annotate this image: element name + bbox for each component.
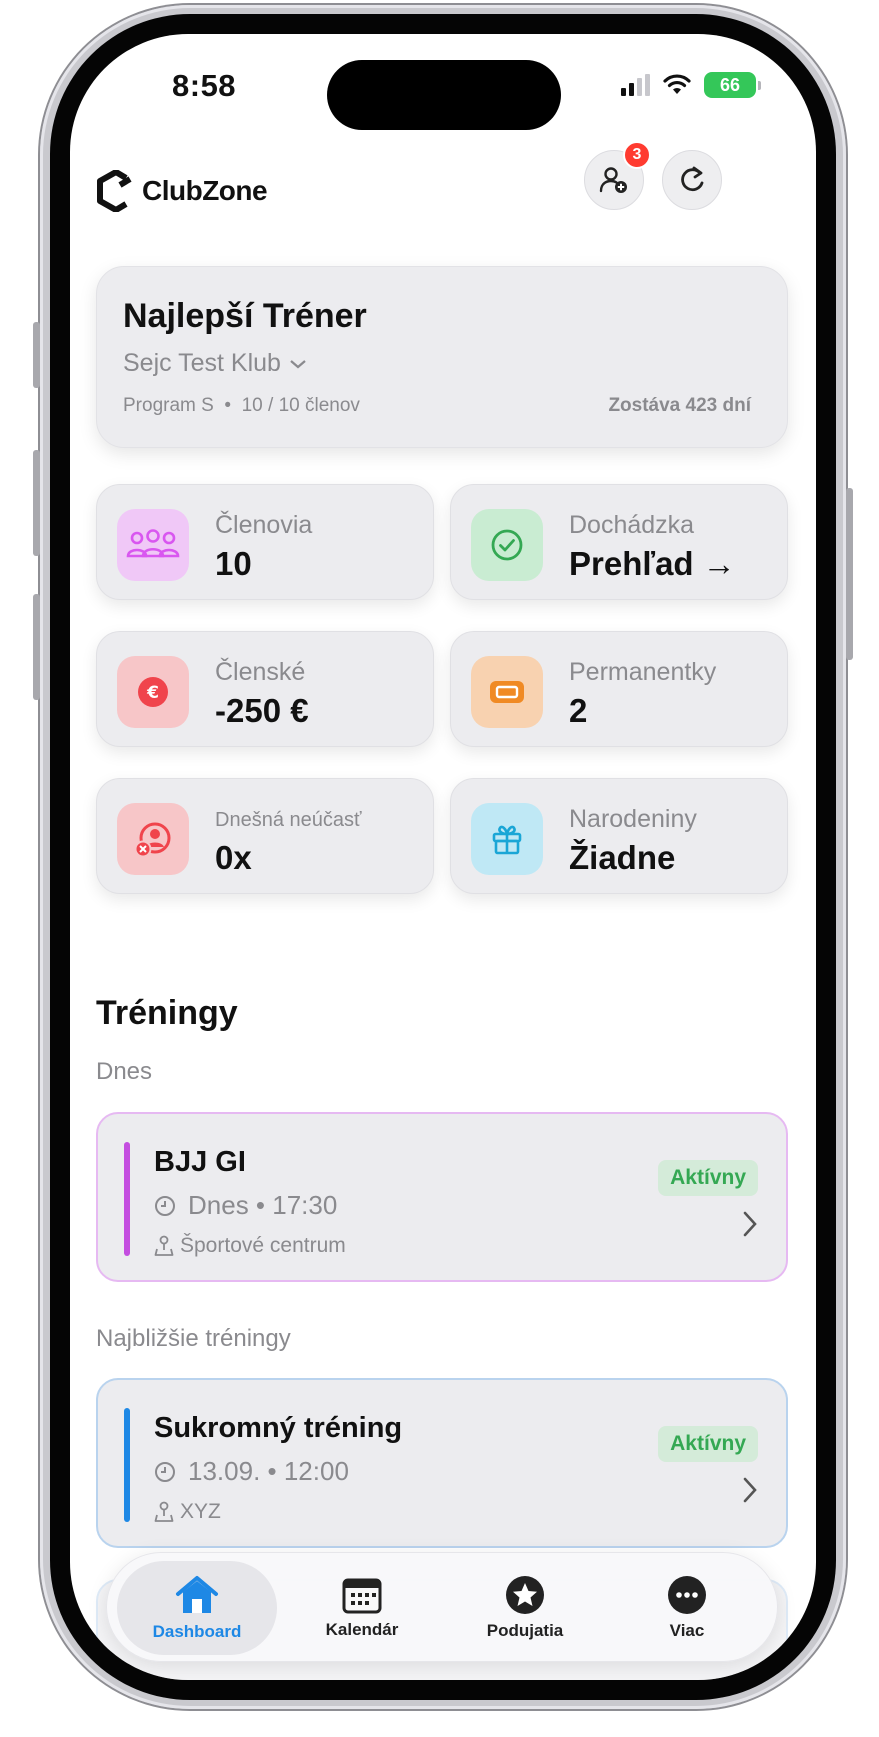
refresh-icon xyxy=(681,166,704,192)
upcoming-label: Najbližšie tréningy xyxy=(96,1325,291,1352)
stat-label: Dochádzka xyxy=(569,511,695,539)
stat-label: Členovia xyxy=(215,511,313,539)
training-place-text: XYZ xyxy=(180,1500,221,1523)
stat-value: Prehľad → xyxy=(569,545,736,582)
clock-icon xyxy=(155,1195,175,1216)
app-name: ClubZone xyxy=(142,175,268,206)
stat-label: Narodeniny xyxy=(569,805,697,833)
side-button-left-2 xyxy=(33,450,40,556)
location-icon xyxy=(154,1235,174,1256)
training-place: XYZ xyxy=(154,1500,221,1524)
side-button-left-3 xyxy=(33,594,40,700)
signal-icon xyxy=(621,74,650,96)
stat-label: Permanentky xyxy=(569,658,717,686)
stat-card-attendance[interactable]: Dochádzka Prehľad → xyxy=(450,484,788,600)
side-button-right xyxy=(846,488,853,660)
add-user-icon xyxy=(599,167,627,193)
tab-label: Kalendár xyxy=(325,1620,399,1639)
training-time: Dnes • 17:30 xyxy=(154,1190,337,1221)
ticket-icon xyxy=(471,656,543,728)
stat-value: 10 xyxy=(215,545,252,582)
training-card-upcoming[interactable]: Sukromný tréning 13.09. • 12:00 XYZ Aktí… xyxy=(96,1378,788,1548)
euro-icon: € xyxy=(117,656,189,728)
bottom-tab-bar: Dashboard Kalendár Podujatia Viac xyxy=(106,1552,778,1662)
tab-label: Podujatia xyxy=(486,1621,564,1640)
status-badge: Aktívny xyxy=(658,1160,758,1196)
tab-dashboard[interactable]: Dashboard xyxy=(117,1561,277,1655)
club-name: Sejc Test Klub xyxy=(123,349,281,377)
status-icons: 66 xyxy=(621,72,761,98)
stat-value: 2 xyxy=(569,692,588,729)
notification-badge: 3 xyxy=(623,141,651,169)
stat-value: 0x xyxy=(215,839,252,876)
subscription-remaining: Zostáva 423 dní xyxy=(608,395,751,416)
dynamic-island xyxy=(327,60,561,130)
chevron-right-icon xyxy=(743,1211,757,1237)
calendar-icon xyxy=(342,1578,382,1614)
refresh-button[interactable] xyxy=(662,150,722,210)
training-place: Športové centrum xyxy=(154,1234,346,1258)
stat-card-fees[interactable]: € Členské -250 € xyxy=(96,631,434,747)
app-screen: 8:58 66 ClubZone 3 Najlepší Tréner Sejc … xyxy=(70,34,816,1680)
club-selector[interactable]: Sejc Test Klub xyxy=(123,349,307,378)
club-program: Program S xyxy=(123,395,214,416)
training-name: Sukromný tréning xyxy=(154,1412,403,1444)
training-accent-bar xyxy=(124,1142,130,1256)
chevron-down-icon xyxy=(290,359,306,368)
add-member-button[interactable]: 3 xyxy=(584,141,651,210)
battery-level: 66 xyxy=(719,74,741,95)
training-name: BJJ GI xyxy=(154,1146,246,1178)
svg-text:€: € xyxy=(146,683,159,703)
location-icon xyxy=(154,1501,174,1522)
stat-card-members[interactable]: Členovia 10 xyxy=(96,484,434,600)
training-time: 13.09. • 12:00 xyxy=(154,1456,349,1487)
status-time: 8:58 xyxy=(172,68,237,103)
chevron-right-icon xyxy=(743,1477,757,1503)
stat-card-birthdays[interactable]: Narodeniny Žiadne xyxy=(450,778,788,894)
clock-icon xyxy=(155,1461,175,1482)
tab-calendar[interactable]: Kalendár xyxy=(282,1561,442,1655)
training-time-text: 13.09. • 12:00 xyxy=(188,1456,349,1486)
club-card[interactable]: Najlepší Tréner Sejc Test Klub Program S… xyxy=(96,266,788,448)
club-title: Najlepší Tréner xyxy=(123,297,367,335)
home-icon xyxy=(176,1576,218,1613)
today-label: Dnes xyxy=(96,1058,153,1085)
club-meta: Program S • 10 / 10 členov xyxy=(123,395,360,417)
app-logo: ClubZone xyxy=(96,170,268,212)
tab-more[interactable]: Viac xyxy=(607,1561,767,1655)
stat-label: Dnešná neúčasť xyxy=(215,809,362,831)
star-icon xyxy=(506,1576,544,1614)
clubzone-logo-icon xyxy=(97,170,132,212)
stat-value: Žiadne xyxy=(569,839,676,876)
tab-events[interactable]: Podujatia xyxy=(445,1561,605,1655)
absence-icon xyxy=(117,803,189,875)
training-time-text: Dnes • 17:30 xyxy=(188,1190,338,1220)
tab-label: Viac xyxy=(669,1621,705,1640)
meta-dot: • xyxy=(219,395,237,416)
more-icon xyxy=(668,1576,706,1614)
side-button-left-1 xyxy=(33,322,40,388)
stat-card-passes[interactable]: Permanentky 2 xyxy=(450,631,788,747)
gift-icon xyxy=(471,803,543,875)
stat-value: -250 € xyxy=(215,692,309,729)
club-members-count: 10 / 10 členov xyxy=(241,395,360,416)
stat-label: Členské xyxy=(215,658,306,686)
members-icon xyxy=(117,509,189,581)
battery-icon: 66 xyxy=(704,72,761,98)
stat-card-absence[interactable]: Dnešná neúčasť 0x xyxy=(96,778,434,894)
training-card-today[interactable]: BJJ GI Dnes • 17:30 Športové centrum Akt… xyxy=(96,1112,788,1282)
status-badge: Aktívny xyxy=(658,1426,758,1462)
check-circle-icon xyxy=(471,509,543,581)
training-place-text: Športové centrum xyxy=(180,1234,346,1257)
tab-label: Dashboard xyxy=(152,1622,242,1641)
training-accent-bar xyxy=(124,1408,130,1522)
trainings-section-title: Tréningy xyxy=(96,994,238,1032)
wifi-icon xyxy=(663,74,691,94)
